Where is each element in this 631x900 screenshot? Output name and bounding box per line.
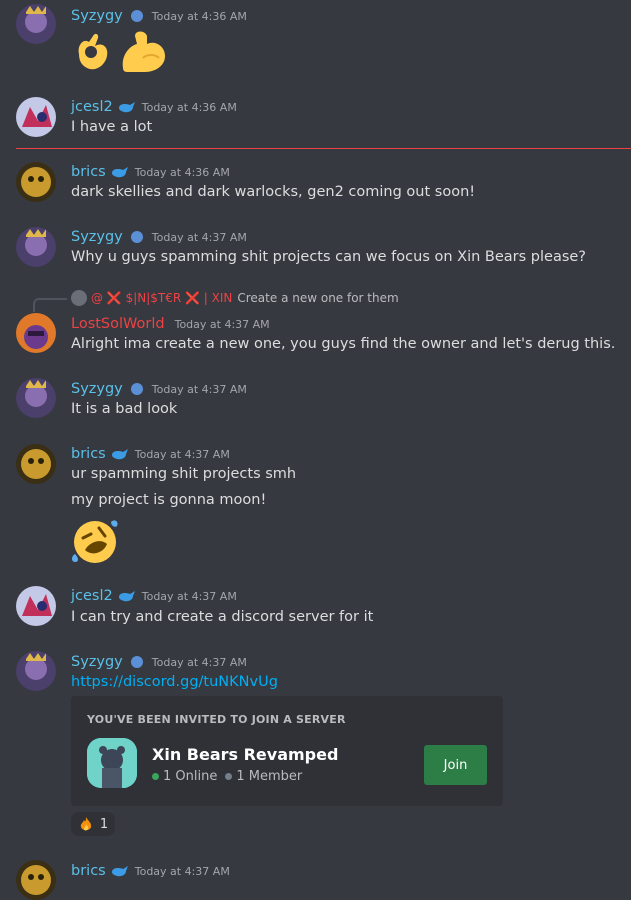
server-badge-icon — [130, 10, 143, 22]
whale-badge-icon — [111, 449, 128, 460]
avatar-syzygy[interactable] — [16, 227, 56, 267]
member-count: 1 Member — [236, 769, 303, 784]
message-text: my project is gonna moon! — [71, 492, 267, 508]
invite-header: YOU'VE BEEN INVITED TO JOIN A SERVER — [87, 713, 346, 726]
username[interactable]: brics — [71, 446, 106, 462]
message-text: ur spamming shit projects smh — [71, 466, 297, 482]
avatar-brics[interactable] — [16, 860, 56, 900]
avatar-syzygy[interactable] — [16, 4, 56, 44]
avatar-brics[interactable] — [16, 162, 56, 202]
message-text: dark skellies and dark warlocks, gen2 co… — [71, 184, 476, 200]
timestamp: Today at 4:37 AM — [141, 589, 237, 603]
username[interactable]: LostSolWorld — [71, 316, 165, 332]
flexed-biceps-emoji-icon — [122, 31, 165, 72]
new-messages-divider — [16, 148, 631, 149]
avatar-brics[interactable] — [16, 444, 56, 484]
message-text: I have a lot — [71, 119, 153, 135]
invite-link[interactable]: https://discord.gg/tuNKNvUg — [71, 674, 278, 690]
whale-badge-icon — [118, 591, 135, 602]
username[interactable]: Syzygy — [71, 8, 123, 24]
reply-spine — [33, 298, 67, 312]
whale-badge-icon — [118, 102, 135, 113]
timestamp: Today at 4:37 AM — [174, 317, 270, 331]
reply-text: Create a new one for them — [237, 291, 399, 305]
reaction-count: 1 — [99, 816, 109, 832]
server-name: Xin Bears Revamped — [152, 745, 339, 764]
timestamp: Today at 4:37 AM — [151, 655, 247, 669]
server-badge-icon — [130, 656, 143, 668]
avatar-lostsolworld[interactable] — [16, 313, 56, 353]
timestamp: Today at 4:36 AM — [151, 9, 247, 23]
message-text: It is a bad look — [71, 401, 178, 417]
timestamp: Today at 4:36 AM — [134, 165, 230, 179]
reply-preview[interactable]: @ ❌ $|N|$T€R ❌ | XIN Create a new one fo… — [33, 290, 399, 312]
join-button[interactable]: Join — [424, 745, 487, 785]
ok-hand-emoji-icon — [78, 33, 108, 70]
avatar-syzygy[interactable] — [16, 651, 56, 691]
username[interactable]: Syzygy — [71, 654, 123, 670]
username[interactable]: jcesl2 — [71, 588, 113, 604]
whale-badge-icon — [111, 866, 128, 877]
username[interactable]: brics — [71, 863, 106, 879]
fire-icon — [80, 817, 92, 831]
username[interactable]: Syzygy — [71, 381, 123, 397]
username[interactable]: jcesl2 — [71, 99, 113, 115]
online-dot-icon — [152, 773, 159, 780]
whale-badge-icon — [111, 167, 128, 178]
username[interactable]: Syzygy — [71, 229, 123, 245]
member-dot-icon — [225, 773, 233, 780]
timestamp: Today at 4:37 AM — [151, 230, 247, 244]
server-invite-card: YOU'VE BEEN INVITED TO JOIN A SERVER Xin… — [71, 696, 503, 806]
timestamp: Today at 4:36 AM — [141, 100, 237, 114]
reply-mention[interactable]: @ ❌ $|N|$T€R ❌ | XIN — [91, 291, 232, 305]
timestamp: Today at 4:37 AM — [134, 447, 230, 461]
reaction-fire[interactable]: 1 — [71, 812, 115, 836]
server-icon[interactable] — [87, 738, 137, 788]
server-badge-icon — [130, 231, 143, 243]
timestamp: Today at 4:37 AM — [151, 382, 247, 396]
username[interactable]: brics — [71, 164, 106, 180]
reply-avatar-icon — [71, 290, 87, 306]
message-text: Alright ima create a new one, you guys f… — [71, 336, 616, 352]
message-text: I can try and create a discord server fo… — [71, 609, 374, 625]
online-count: 1 Online — [163, 769, 218, 784]
avatar-jcesl2[interactable] — [16, 97, 56, 137]
avatar-syzygy[interactable] — [16, 378, 56, 418]
server-stats: 1 Online 1 Member — [152, 769, 302, 784]
timestamp: Today at 4:37 AM — [134, 864, 230, 878]
rolling-on-floor-laughing-emoji-icon — [72, 520, 118, 563]
server-badge-icon — [130, 383, 143, 395]
message-text: Why u guys spamming shit projects can we… — [71, 249, 587, 265]
avatar-jcesl2[interactable] — [16, 586, 56, 626]
